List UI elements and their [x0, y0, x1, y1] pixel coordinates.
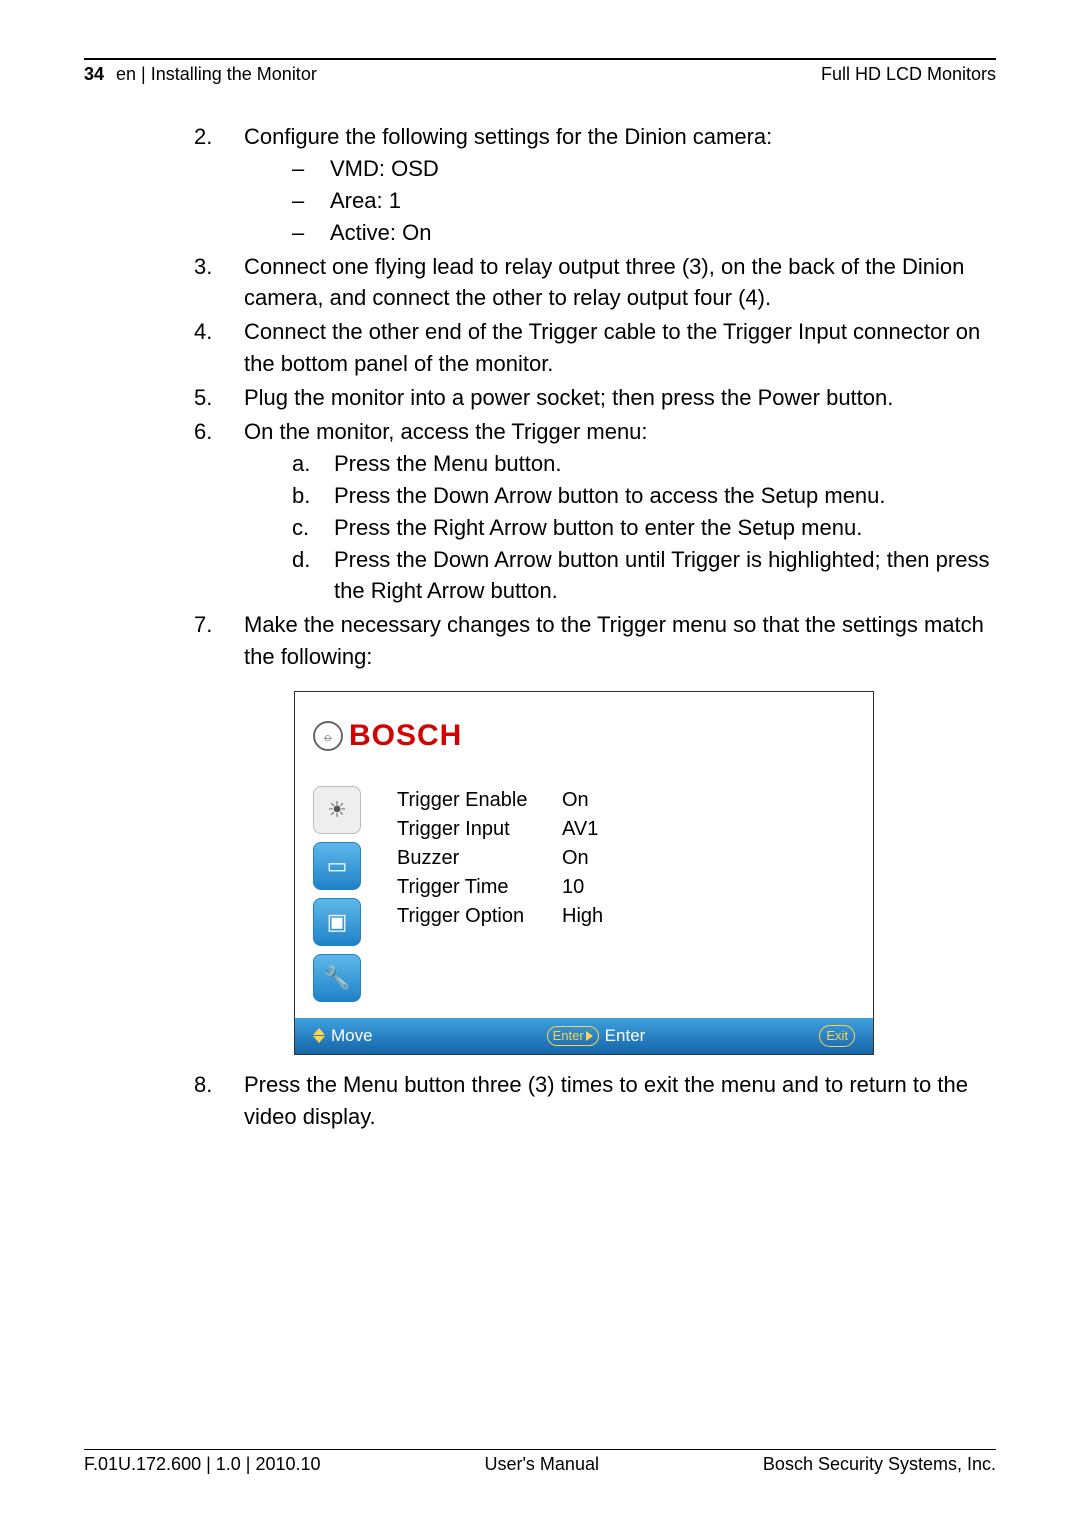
step-3: Connect one flying lead to relay output …: [194, 251, 996, 315]
step-7: Make the necessary changes to the Trigge…: [194, 609, 996, 1067]
osd-k-trigger-time: Trigger Time: [397, 873, 562, 902]
page-number: 34: [84, 64, 104, 85]
step-6c: Press the Right Arrow button to enter th…: [292, 512, 996, 544]
footer-center: User's Manual: [484, 1454, 598, 1475]
step-6-text: On the monitor, access the Trigger menu:: [244, 419, 648, 444]
osd-exit-hint: Exit: [819, 1025, 855, 1048]
step-4: Connect the other end of the Trigger cab…: [194, 316, 996, 380]
step-6b: Press the Down Arrow button to access th…: [292, 480, 996, 512]
osd-panel: ⦵ BOSCH ☀ ▭ ▣ 🔧 Trigger EnableOn: [294, 691, 874, 1055]
display-icon: ▣: [313, 898, 361, 946]
setup-wrench-icon: 🔧: [313, 954, 361, 1002]
step-6d: Press the Down Arrow button until Trigge…: [292, 544, 996, 608]
footer-company: Bosch Security Systems, Inc.: [763, 1454, 996, 1475]
brightness-icon: ☀: [313, 786, 361, 834]
step-2-text: Configure the following settings for the…: [244, 124, 772, 149]
page-footer: F.01U.172.600 | 1.0 | 2010.10 User's Man…: [84, 1454, 996, 1475]
section-title: en | Installing the Monitor: [116, 64, 317, 85]
bosch-anchor-icon: ⦵: [313, 721, 343, 751]
down-arrow-icon: [313, 1036, 325, 1043]
header-rule: [84, 58, 996, 60]
osd-enter-hint: Enter Enter: [547, 1024, 646, 1049]
osd-v-trigger-input: AV1: [562, 815, 598, 844]
step-5: Plug the monitor into a power socket; th…: [194, 382, 996, 414]
osd-k-trigger-enable: Trigger Enable: [397, 786, 562, 815]
osd-hint-bar: Move Enter Enter Exit: [295, 1018, 873, 1055]
osd-v-buzzer: On: [562, 844, 589, 873]
osd-k-trigger-option: Trigger Option: [397, 902, 562, 931]
page-body: Configure the following settings for the…: [84, 121, 996, 1133]
page-header: 34 en | Installing the Monitor Full HD L…: [84, 64, 996, 85]
footer-docnum: F.01U.172.600 | 1.0 | 2010.10: [84, 1454, 321, 1475]
osd-settings: Trigger EnableOn Trigger InputAV1 Buzzer…: [397, 786, 603, 1002]
step-2-sub-b: Area: 1: [292, 185, 996, 217]
bosch-wordmark: BOSCH: [349, 714, 462, 758]
step-6a: Press the Menu button.: [292, 448, 996, 480]
osd-v-trigger-time: 10: [562, 873, 584, 902]
up-arrow-icon: [313, 1028, 325, 1035]
doc-title: Full HD LCD Monitors: [821, 64, 996, 85]
osd-logo: ⦵ BOSCH: [313, 714, 855, 758]
step-6: On the monitor, access the Trigger menu:…: [194, 416, 996, 607]
step-2: Configure the following settings for the…: [194, 121, 996, 249]
osd-k-buzzer: Buzzer: [397, 844, 562, 873]
osd-v-trigger-enable: On: [562, 786, 589, 815]
osd-move-hint: Move: [313, 1024, 373, 1049]
osd-k-trigger-input: Trigger Input: [397, 815, 562, 844]
right-arrow-icon: [586, 1031, 593, 1041]
osd-v-trigger-option: High: [562, 902, 603, 931]
input-icon: ▭: [313, 842, 361, 890]
footer-rule: [84, 1449, 996, 1450]
step-2-sub-c: Active: On: [292, 217, 996, 249]
step-8: Press the Menu button three (3) times to…: [194, 1069, 996, 1133]
step-2-sub-a: VMD: OSD: [292, 153, 996, 185]
